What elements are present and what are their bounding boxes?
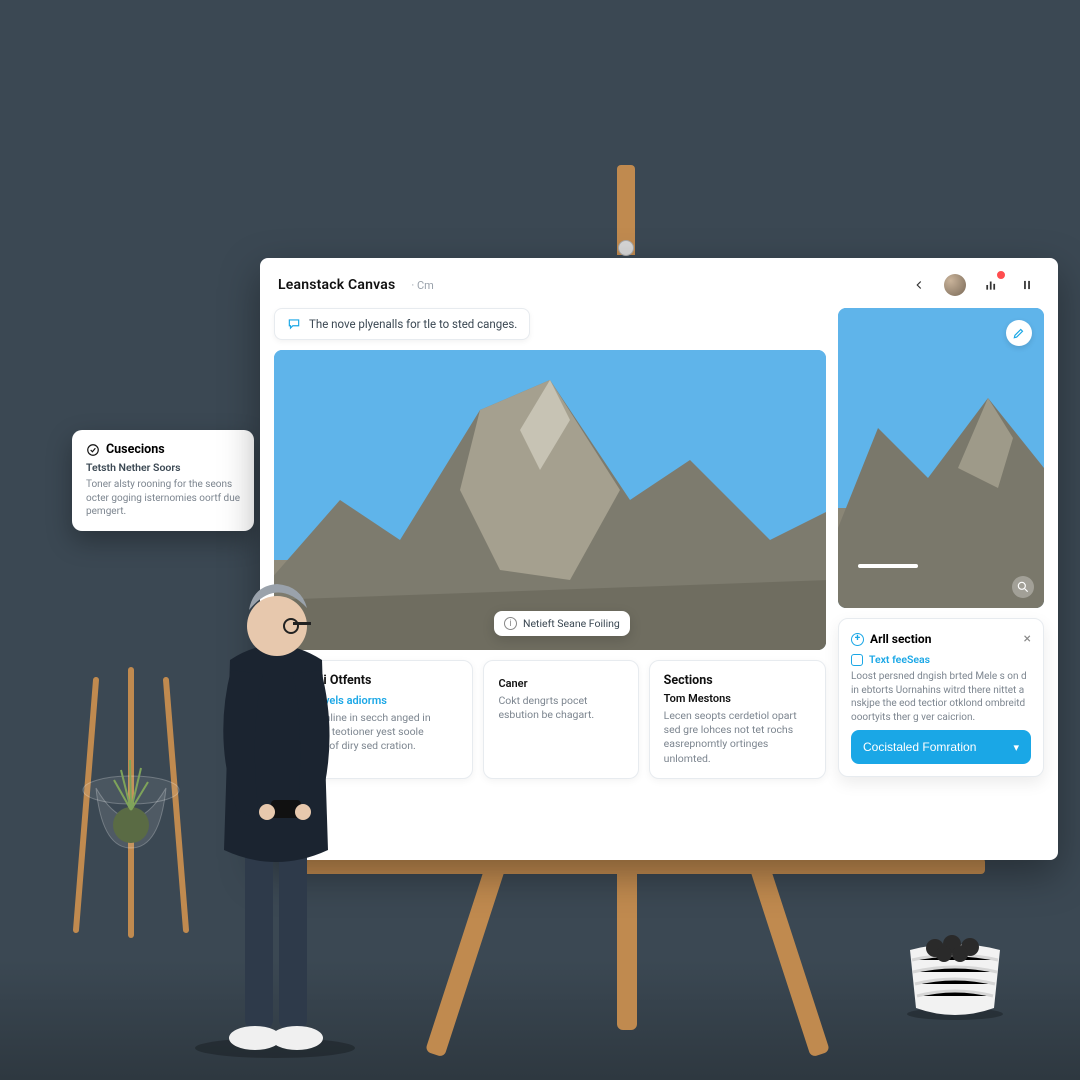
pause-button[interactable] xyxy=(1014,272,1040,298)
close-button[interactable]: × xyxy=(1024,631,1031,647)
pencil-icon xyxy=(1012,326,1026,340)
card-body: Lecen seopts cerdetiol opart sed gre loh… xyxy=(664,709,811,766)
side-panel-subtitle: Text feeSeas xyxy=(851,653,1031,666)
app-header: Leanstack Canvas · Cm xyxy=(260,258,1058,308)
card-label: Caner xyxy=(498,677,623,690)
side-panel-add-section: + Arll section × Text feeSeas Loost pers… xyxy=(838,618,1044,777)
floating-card-cusecions: Cusecions Tetsth Nether Soors Toner alst… xyxy=(72,430,254,531)
card-sections[interactable]: Sections Tom Mestons Lecen seopts cerdet… xyxy=(649,660,826,779)
hero-image-secondary[interactable] xyxy=(838,308,1044,608)
basket-decoration xyxy=(900,930,1010,1020)
plant-stand xyxy=(66,640,196,940)
chevron-left-icon xyxy=(912,278,926,292)
person-illustration xyxy=(175,540,375,1060)
chevron-down-icon: ▾ xyxy=(1013,741,1019,754)
app-title: Leanstack Canvas xyxy=(278,277,395,293)
card-title: Sections xyxy=(664,673,811,688)
magnifier-icon xyxy=(1016,580,1030,594)
bar-chart-icon xyxy=(984,278,998,292)
plus-circle-icon: + xyxy=(851,633,864,646)
card-subtitle: Tom Mestons xyxy=(664,692,811,705)
chat-icon xyxy=(287,317,301,331)
hero-tag[interactable]: i Netieft Seane Foiling xyxy=(494,611,630,636)
floating-card-subtitle: Tetsth Nether Soors xyxy=(86,461,240,474)
pause-icon xyxy=(1020,278,1034,292)
cta-label: Cocistaled Fomration xyxy=(863,740,976,754)
tip-banner: The nove plyenalls for tle to sted cange… xyxy=(274,308,530,340)
square-icon xyxy=(851,654,863,666)
cta-button[interactable]: Cocistaled Fomration ▾ xyxy=(851,730,1031,764)
back-button[interactable] xyxy=(906,272,932,298)
edit-hero-button[interactable] xyxy=(1006,320,1032,346)
avatar-button[interactable] xyxy=(942,272,968,298)
side-panel-title: + Arll section xyxy=(851,632,931,646)
info-icon: i xyxy=(504,617,517,630)
hero-tag-label: Netieft Seane Foiling xyxy=(523,617,620,630)
card-body: Cokt dengrts pocet esbution be chagart. xyxy=(498,694,623,722)
avatar-icon xyxy=(944,274,966,296)
check-circle-icon xyxy=(86,443,100,457)
floating-card-title-text: Cusecions xyxy=(106,442,165,457)
zoom-button[interactable] xyxy=(1012,576,1034,598)
app-subtitle: · Cm xyxy=(411,279,433,292)
easel-knob xyxy=(618,240,634,256)
progress-line xyxy=(858,564,918,568)
analytics-button[interactable] xyxy=(978,272,1004,298)
floating-card-title: Cusecions xyxy=(86,442,240,457)
easel-ledge xyxy=(285,858,985,874)
card-caner[interactable]: Caner Cokt dengrts pocet esbution be cha… xyxy=(483,660,638,779)
app-window: Leanstack Canvas · Cm xyxy=(260,258,1058,860)
tip-text: The nove plyenalls for tle to sted cange… xyxy=(309,317,517,331)
floating-card-body: Toner alsty rooning for the seons octer … xyxy=(86,478,240,519)
side-panel-body: Loost persned dngish brted Mele s on d i… xyxy=(851,670,1031,724)
